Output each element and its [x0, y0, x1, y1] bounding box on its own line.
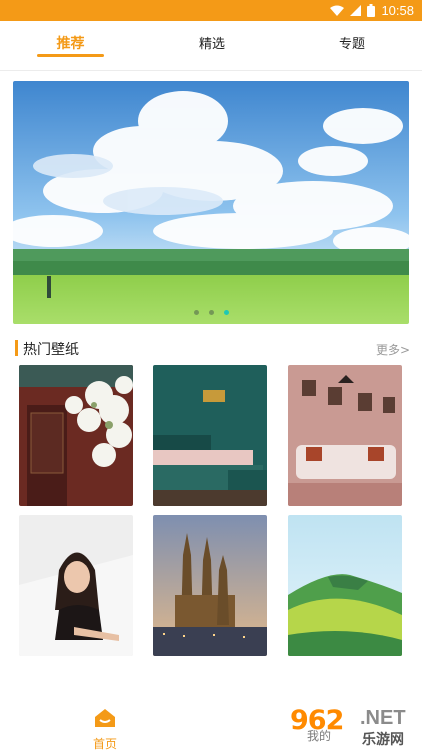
nav-home-label: 首页 [92, 737, 117, 751]
section-accent-bar [15, 340, 18, 356]
carousel-dot[interactable] [208, 310, 214, 315]
tab-featured[interactable]: 精选 [180, 33, 244, 52]
wallpaper-tile-cathedral[interactable] [153, 515, 267, 656]
watermark-logo: 962 [290, 705, 344, 736]
signal-icon [350, 5, 362, 16]
banner-carousel[interactable] [13, 81, 409, 324]
wallpaper-tile-blossom[interactable] [19, 365, 133, 506]
wallpaper-thumbnail [153, 515, 267, 656]
tab-divider [0, 70, 422, 71]
wallpaper-thumbnail [288, 365, 402, 506]
carousel-dot-active[interactable] [223, 310, 229, 315]
status-time: 10:58 [381, 3, 414, 18]
banner-image [13, 81, 409, 324]
tab-topics[interactable]: 专题 [320, 33, 384, 52]
active-tab-indicator [37, 54, 104, 57]
watermark-net: .NET [360, 707, 406, 729]
status-bar: 10:58 [0, 0, 422, 21]
site-watermark: 962 .NET 乐游网 [280, 700, 422, 751]
wallpaper-thumbnail [288, 515, 402, 656]
carousel-dot[interactable] [193, 310, 199, 315]
more-link[interactable]: 更多> [376, 341, 410, 358]
wifi-icon [330, 5, 345, 16]
status-icons: 10:58 [330, 2, 414, 19]
hot-wallpapers-header: 热门壁纸 更多> [15, 338, 410, 360]
wallpaper-tile-bedroom[interactable] [153, 365, 267, 506]
wallpaper-thumbnail [19, 365, 133, 506]
tab-recommend[interactable]: 推荐 [37, 33, 104, 53]
carousel-dots [13, 310, 409, 315]
battery-icon [367, 4, 376, 17]
wallpaper-thumbnail [153, 365, 267, 506]
wallpaper-tile-portrait[interactable] [19, 515, 133, 656]
wallpaper-tile-livingroom[interactable] [288, 365, 402, 506]
section-title: 热门壁纸 [23, 342, 79, 358]
wallpaper-thumbnail [19, 515, 133, 656]
watermark-sub: 乐游网 [362, 732, 404, 748]
nav-home[interactable]: 首页 [82, 708, 128, 751]
tab-bar: 推荐 精选 专题 [0, 21, 422, 70]
wallpaper-tile-mountain[interactable] [288, 515, 402, 656]
home-icon [95, 709, 115, 727]
